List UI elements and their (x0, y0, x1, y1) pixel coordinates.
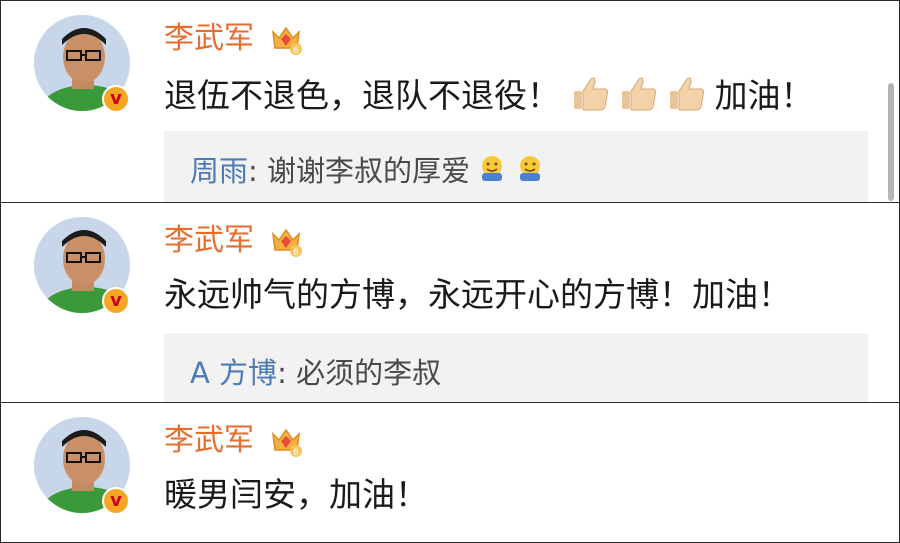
hug-face-icon (520, 156, 541, 181)
crown-level-icon: 6 (271, 228, 302, 258)
reply-text: 谢谢李叔的厚爱 (267, 154, 471, 188)
comment-text-main: 退伍不退色，退队不退役！ (164, 76, 560, 115)
comment-text-suffix: 加油！ (714, 76, 814, 115)
thumbs-up-icon (669, 77, 704, 111)
avatar[interactable]: v (34, 417, 130, 515)
crown-level-icon: 6 (271, 428, 302, 458)
verified-badge-icon: v (102, 85, 130, 113)
avatar[interactable]: v (34, 217, 130, 315)
comment-card: v 李武军 6 暖男闫安，加油！ (0, 402, 900, 543)
avatar[interactable]: v (34, 15, 130, 113)
hug-face-icon (482, 156, 503, 181)
reply-box[interactable]: A 方博: 必须的李叔 (164, 333, 868, 402)
scrollbar[interactable] (888, 83, 894, 201)
reply: A 方博: 必须的李叔 (190, 353, 441, 393)
comment-card: v 李武军 6 永远帅气的方博，永远开心的方博！加油！ A 方博: 必须的李叔 (0, 202, 900, 403)
thumbs-up-icon (621, 77, 656, 111)
verified-badge-icon: v (102, 287, 130, 315)
reply: 周雨: 谢谢李叔的厚爱 (190, 151, 546, 191)
svg-text:6: 6 (293, 46, 299, 56)
crown-level-icon: 6 (271, 26, 302, 56)
reply-username[interactable]: A 方博 (190, 356, 277, 390)
comment-text: 永远帅气的方博，永远开心的方博！加油！ (164, 275, 791, 314)
svg-text:6: 6 (293, 448, 299, 458)
reply-username[interactable]: 周雨 (190, 154, 248, 188)
comment-text: 退伍不退色，退队不退役！ 加油！ (164, 73, 814, 118)
reply-separator: : (248, 154, 268, 188)
reply-text: 必须的李叔 (296, 356, 442, 390)
thumbs-up-icon (573, 77, 608, 111)
reply-separator: : (277, 356, 297, 390)
verified-badge-icon: v (102, 487, 130, 515)
comment-text: 暖男闫安，加油！ (164, 475, 428, 514)
svg-text:6: 6 (293, 248, 299, 258)
comment-card: v 李武军 6 退伍不退色，退队不退役！ 加油！ 周雨: 谢谢李叔的厚爱 (0, 0, 900, 203)
reply-box[interactable]: 周雨: 谢谢李叔的厚爱 (164, 131, 868, 202)
username[interactable]: 李武军 (164, 423, 254, 459)
username[interactable]: 李武军 (164, 223, 254, 259)
username[interactable]: 李武军 (164, 21, 254, 57)
